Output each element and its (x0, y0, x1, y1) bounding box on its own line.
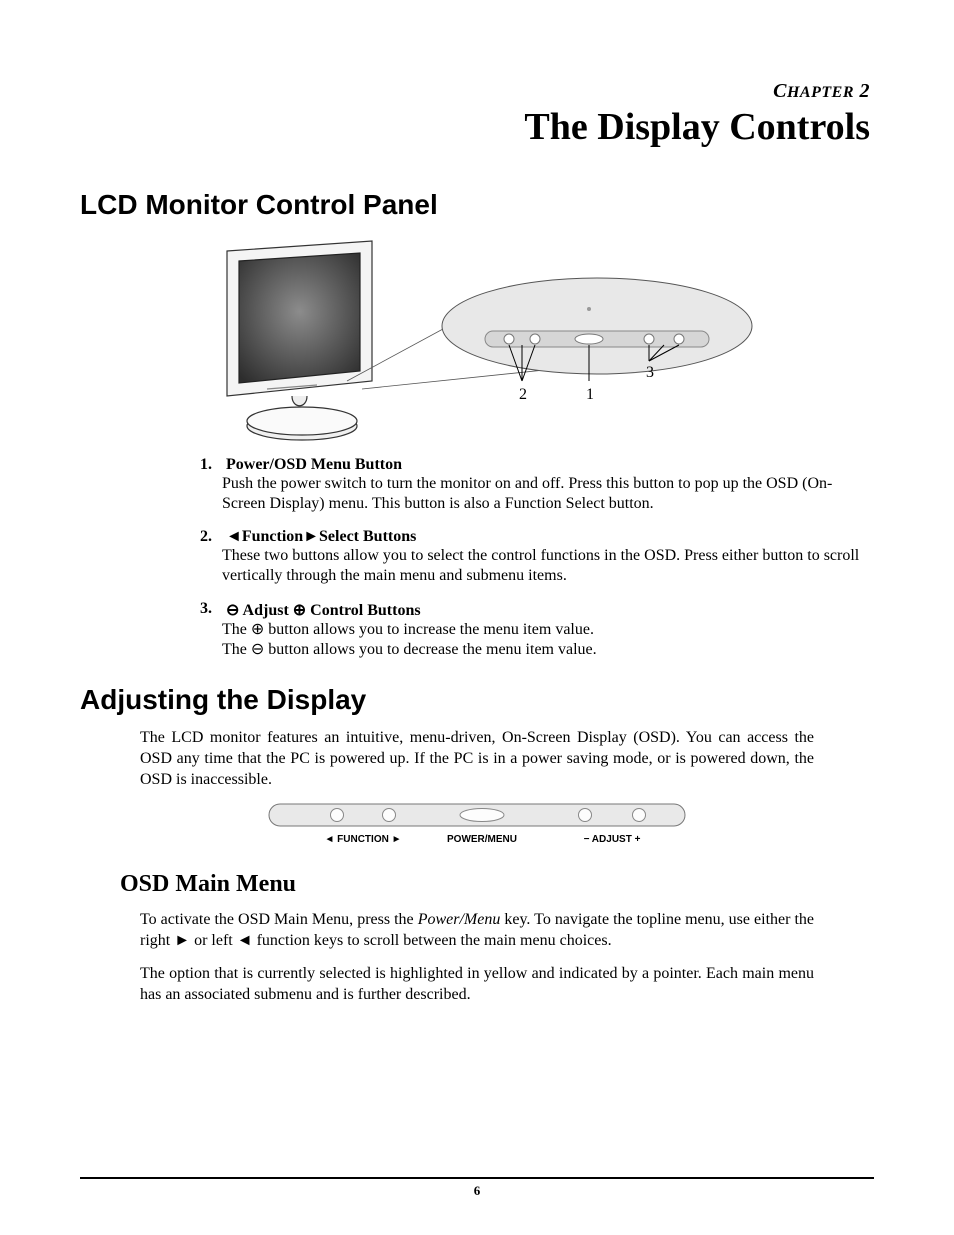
line1b: button allows you to increase the menu i… (264, 621, 594, 638)
adjusting-paragraph: The LCD monitor features an intuitive, m… (140, 728, 814, 790)
list-head-1: Power/OSD Menu Button (226, 456, 402, 473)
triangle-left-icon-inline: ◄ (237, 932, 253, 949)
chapter-label-word: HAPTER (787, 84, 854, 101)
callout-2: 2 (519, 386, 527, 403)
page: CHAPTER 2 The Display Controls LCD Monit… (0, 0, 954, 1235)
button-bar-right-label: − ADJUST + (584, 834, 641, 845)
chapter-label: CHAPTER 2 (80, 80, 870, 103)
list-num-3: 3. (200, 600, 222, 618)
section-lcd-control-panel-heading: LCD Monitor Control Panel (80, 189, 874, 221)
line2a: The (222, 641, 251, 658)
callout-3: 3 (646, 364, 654, 381)
list-head-3: ⊖ Adjust ⊕ Control Buttons (226, 602, 421, 619)
osd-p1-a: To activate the OSD Main Menu, press the (140, 911, 418, 928)
list-head-3-word: Adjust (243, 602, 289, 619)
section-adjusting-heading: Adjusting the Display (80, 684, 874, 716)
osd-p1-d: function keys to scroll between the main… (253, 932, 612, 949)
circled-minus-icon: ⊖ (226, 602, 239, 619)
list-num-2: 2. (200, 528, 222, 546)
triangle-right-icon: ► (303, 528, 319, 545)
list-body-2: These two buttons allow you to select th… (222, 546, 864, 586)
osd-paragraph-1: To activate the OSD Main Menu, press the… (140, 910, 814, 952)
line2b: button allows you to decrease the menu i… (264, 641, 596, 658)
osd-p1-em: Power/Menu (418, 911, 501, 928)
chapter-number: 2 (854, 80, 870, 102)
chapter-label-prefix: C (773, 80, 787, 102)
list-item-2: 2. ◄Function►Select Buttons These two bu… (200, 528, 864, 586)
figure-monitor-controls: 2 1 3 (80, 231, 874, 446)
section-osd-main-menu-heading: OSD Main Menu (120, 871, 874, 898)
button-bar-left-label: ◄ FUNCTION ► (324, 834, 401, 845)
footer-rule (80, 1177, 874, 1179)
page-number: 6 (0, 1183, 954, 1199)
triangle-left-icon: ◄ (226, 528, 242, 545)
controls-list: 1. Power/OSD Menu Button Push the power … (200, 456, 864, 660)
osd-paragraph-2: The option that is currently selected is… (140, 964, 814, 1006)
list-head-2: ◄Function►Select Buttons (226, 528, 416, 545)
circled-plus-icon-inline: ⊕ (251, 621, 264, 638)
list-body-3: The ⊕ button allows you to increase the … (222, 620, 864, 660)
callout-1: 1 (586, 386, 594, 403)
list-num-1: 1. (200, 456, 222, 474)
triangle-right-icon-inline: ► (174, 932, 190, 949)
button-bar-center-label: POWER/MENU (447, 834, 517, 845)
list-item-1: 1. Power/OSD Menu Button Push the power … (200, 456, 864, 514)
list-head-3-tail: Control Buttons (306, 602, 420, 619)
list-body-1: Push the power switch to turn the monito… (222, 474, 864, 514)
figure-button-bar: ◄ FUNCTION ► POWER/MENU − ADJUST + (267, 802, 687, 855)
chapter-title: The Display Controls (80, 105, 870, 149)
list-head-2-word: Function (242, 528, 303, 545)
list-head-2-tail: Select Buttons (319, 528, 416, 545)
circled-plus-icon: ⊕ (293, 602, 306, 619)
circled-minus-icon-inline: ⊖ (251, 641, 264, 658)
osd-p1-c: or left (190, 932, 237, 949)
list-item-3: 3. ⊖ Adjust ⊕ Control Buttons The ⊕ butt… (200, 600, 864, 660)
line1a: The (222, 621, 251, 638)
